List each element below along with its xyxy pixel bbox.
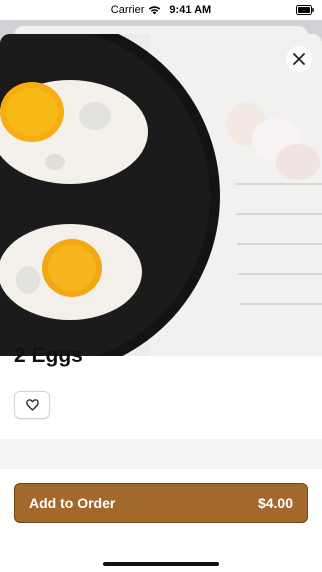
status-bar: Carrier 9:41 AM <box>0 0 322 20</box>
add-to-order-label: Add to Order <box>29 495 116 511</box>
close-button[interactable] <box>286 46 312 72</box>
heart-icon <box>25 399 39 411</box>
close-icon <box>293 53 305 65</box>
price-label: $4.00 <box>257 495 293 511</box>
battery-icon <box>296 5 314 15</box>
fried-eggs-photo <box>0 34 322 356</box>
item-photo <box>0 34 322 356</box>
item-title: 2 Eggs <box>14 344 83 367</box>
status-info: Carrier 9:41 AM <box>111 4 211 16</box>
favorite-button[interactable] <box>14 391 50 419</box>
home-indicator <box>103 562 219 566</box>
add-to-order-button[interactable]: Add to Order $4.00 <box>14 483 308 523</box>
section-divider <box>0 439 322 469</box>
wifi-icon <box>149 6 161 15</box>
clock: 9:41 AM <box>169 4 212 16</box>
carrier-label: Carrier <box>110 4 145 16</box>
